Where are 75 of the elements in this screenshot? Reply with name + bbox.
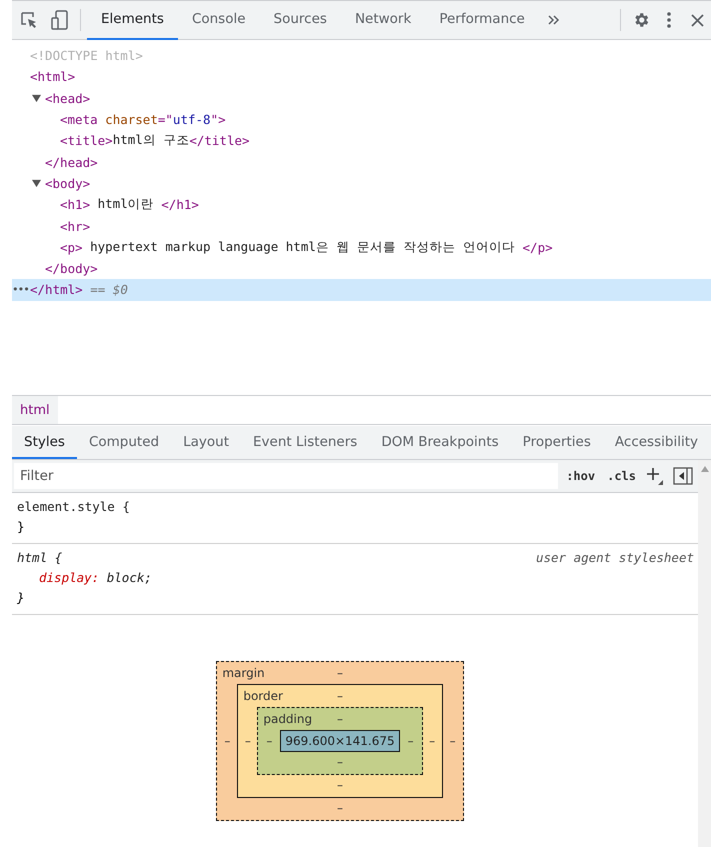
rule-selector: element.style { bbox=[17, 498, 130, 516]
box-value: – bbox=[337, 712, 343, 727]
code-text: charset bbox=[104, 112, 158, 128]
box-value: – bbox=[337, 778, 343, 793]
code-text: </html> bbox=[30, 282, 83, 298]
filter-field[interactable]: Filter bbox=[14, 463, 558, 489]
code-text: hypertext markup language html은 웹 문서를 작성하는 언어이다 bbox=[89, 238, 516, 256]
code-text: </p> bbox=[522, 240, 553, 255]
css-value: block; bbox=[106, 570, 152, 585]
panel-tab[interactable]: Console bbox=[178, 0, 260, 40]
box-value: – bbox=[450, 734, 456, 748]
dom-line[interactable]: <head> bbox=[12, 88, 711, 109]
box-value: – bbox=[408, 734, 414, 748]
dom-line[interactable]: </body> bbox=[12, 258, 711, 280]
code-text: <!DOCTYPE html> bbox=[30, 48, 143, 64]
dom-line[interactable]: <meta charset="utf-8"> bbox=[12, 108, 711, 130]
box-label: padding bbox=[262, 712, 312, 727]
code-text: <body> bbox=[45, 176, 90, 191]
code-text: </h1> bbox=[161, 197, 199, 212]
class-toggle[interactable]: .cls bbox=[603, 469, 640, 483]
content-size: 969.600×141.675 bbox=[280, 730, 400, 752]
dom-line[interactable]: <h1> html이란 </h1> bbox=[12, 194, 711, 216]
dom-line[interactable]: <hr> bbox=[12, 215, 711, 237]
code-text: <meta bbox=[60, 112, 98, 128]
rule-close-brace: } bbox=[17, 519, 25, 534]
code-text: <title> bbox=[60, 133, 113, 148]
box-label: margin bbox=[221, 666, 265, 681]
box-value: – bbox=[337, 666, 343, 681]
code-text: "> bbox=[210, 112, 226, 128]
rule-selector: html { bbox=[17, 549, 62, 567]
panel-tab[interactable]: Performance bbox=[425, 0, 539, 40]
code-text: </body> bbox=[45, 261, 98, 276]
box-value: – bbox=[244, 734, 251, 748]
sidebar-tab[interactable]: Layout bbox=[171, 426, 241, 459]
code-text: <h1> bbox=[60, 197, 90, 212]
code-text: html의 구조 bbox=[112, 132, 190, 150]
box-value: – bbox=[224, 734, 230, 748]
dom-line[interactable]: <body> bbox=[12, 172, 711, 194]
panel-tab[interactable]: Network bbox=[340, 0, 426, 40]
code-text: =" bbox=[158, 112, 173, 128]
code-text: utf-8 bbox=[172, 112, 211, 128]
sidebar-tab[interactable]: Computed bbox=[76, 426, 172, 459]
dom-line[interactable]: <title>html의 구조</title> bbox=[12, 130, 711, 152]
code-text: <p> bbox=[60, 240, 83, 255]
panel-tab[interactable]: Sources bbox=[260, 0, 341, 40]
box-label: border bbox=[242, 689, 283, 704]
panel-tab[interactable]: Elements bbox=[87, 0, 178, 40]
sidebar-tab[interactable]: Event Listeners bbox=[241, 426, 370, 459]
ellipsis-icon[interactable]: ••• bbox=[12, 283, 29, 296]
code-text: <html> bbox=[30, 69, 76, 84]
code-text: html이란 bbox=[96, 196, 155, 214]
box-value: – bbox=[429, 734, 436, 748]
selection-note: == $0 bbox=[89, 282, 128, 298]
rule-close-brace: } bbox=[17, 590, 25, 605]
box-value: – bbox=[337, 755, 343, 770]
box-value: – bbox=[266, 734, 272, 748]
dom-line[interactable]: <p> hypertext markup language html은 웹 문서를 작성하는 언어이다 </p> bbox=[12, 236, 711, 258]
css-property: display: bbox=[39, 570, 100, 585]
expanded-triangle-icon[interactable] bbox=[32, 94, 41, 103]
box-value: – bbox=[337, 801, 343, 816]
code-text: </head> bbox=[45, 154, 98, 170]
expanded-triangle-icon[interactable] bbox=[32, 178, 41, 188]
dom-line[interactable]: </head> bbox=[12, 151, 711, 173]
sidebar-tab[interactable]: DOM Breakpoints bbox=[369, 426, 511, 459]
code-text: </title> bbox=[189, 133, 250, 148]
sidebar-tab[interactable]: Accessibility bbox=[602, 426, 710, 459]
code-text: <hr> bbox=[60, 218, 90, 234]
box-value: – bbox=[337, 689, 343, 704]
code-text: <head> bbox=[45, 90, 90, 106]
dom-line[interactable]: <html> bbox=[12, 66, 711, 88]
sidebar-tab[interactable]: Properties bbox=[510, 426, 603, 459]
hover-state-toggle[interactable]: :hov bbox=[562, 469, 600, 483]
scrollbar[interactable] bbox=[698, 460, 711, 847]
breadcrumb-item[interactable]: html bbox=[12, 396, 58, 424]
rule-origin[interactable]: user agent stylesheet bbox=[536, 548, 694, 568]
